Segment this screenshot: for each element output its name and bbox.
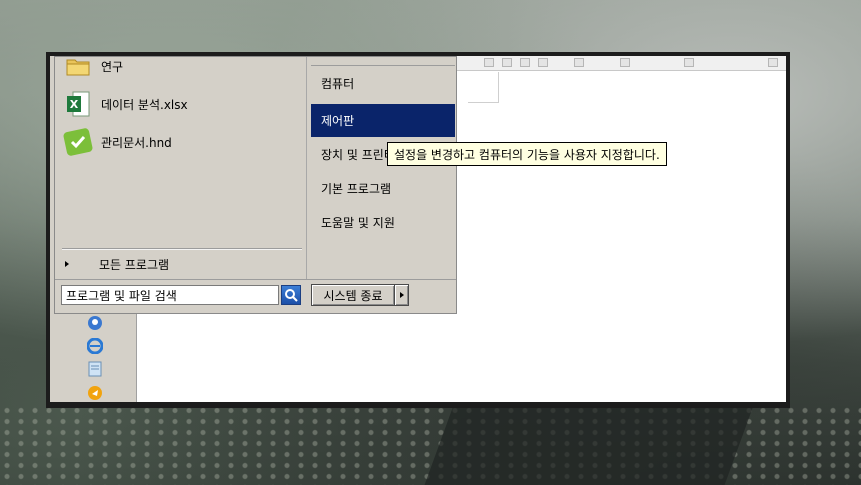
program-item-data-analysis[interactable]: X 데이터 분석.xlsx bbox=[63, 89, 188, 119]
chevron-right-icon bbox=[65, 261, 69, 267]
program-item-research[interactable]: 연구 bbox=[63, 51, 123, 81]
toolbar-button[interactable] bbox=[684, 58, 694, 67]
search-input[interactable] bbox=[61, 285, 279, 305]
toolbar-button[interactable] bbox=[502, 58, 512, 67]
messenger-icon[interactable] bbox=[86, 314, 104, 332]
shutdown-options-button[interactable] bbox=[395, 284, 409, 306]
toolbar-button[interactable] bbox=[768, 58, 778, 67]
toolbar-button[interactable] bbox=[538, 58, 548, 67]
menu-item-default-programs[interactable]: 기본 프로그램 bbox=[311, 172, 455, 205]
menu-item-label: 컴퓨터 bbox=[321, 77, 355, 91]
toolbar-button[interactable] bbox=[484, 58, 494, 67]
shutdown-button[interactable]: 시스템 종료 bbox=[311, 284, 395, 306]
divider bbox=[62, 248, 302, 250]
start-menu: 연구 X 데이터 분석.xlsx 관리문서.hnd 모든 프로그램 컴퓨터 제어… bbox=[54, 56, 457, 314]
menu-item-help-support[interactable]: 도움말 및 지원 bbox=[311, 206, 455, 239]
tooltip-text: 설정을 변경하고 컴퓨터의 기능을 사용자 지정합니다. bbox=[394, 147, 660, 162]
start-menu-programs-pane: 연구 X 데이터 분석.xlsx 관리문서.hnd 모든 프로그램 bbox=[55, 57, 306, 279]
svg-text:X: X bbox=[70, 98, 79, 111]
menu-item-label: 제어판 bbox=[321, 114, 355, 128]
search-icon bbox=[285, 289, 298, 302]
notepad-icon[interactable] bbox=[86, 360, 104, 378]
start-menu-places-pane: 컴퓨터 제어판 장치 및 프린터 기본 프로그램 도움말 및 지원 bbox=[306, 57, 456, 279]
menu-item-control-panel[interactable]: 제어판 bbox=[311, 104, 455, 137]
program-label: 데이터 분석.xlsx bbox=[101, 97, 188, 112]
menu-item-computer[interactable]: 컴퓨터 bbox=[311, 67, 455, 100]
toolbar-button[interactable] bbox=[574, 58, 584, 67]
background-chip bbox=[424, 400, 756, 485]
internet-explorer-icon[interactable] bbox=[86, 337, 104, 355]
toolbar-button[interactable] bbox=[620, 58, 630, 67]
control-panel-tooltip: 설정을 변경하고 컴퓨터의 기능을 사용자 지정합니다. bbox=[387, 142, 667, 166]
media-player-icon[interactable] bbox=[86, 384, 104, 402]
menu-item-label: 장치 및 프린터 bbox=[321, 148, 395, 162]
all-programs-button[interactable]: 모든 프로그램 bbox=[63, 254, 169, 274]
menu-item-label: 기본 프로그램 bbox=[321, 182, 392, 196]
chevron-right-icon bbox=[399, 292, 404, 298]
program-label: 관리문서.hnd bbox=[101, 135, 172, 150]
program-item-management-doc[interactable]: 관리문서.hnd bbox=[63, 127, 172, 157]
divider bbox=[311, 65, 455, 66]
program-label: 연구 bbox=[101, 59, 124, 74]
folder-icon bbox=[63, 51, 93, 81]
hangul-document-icon bbox=[63, 127, 93, 157]
menu-item-label: 도움말 및 지원 bbox=[321, 216, 395, 230]
search-button[interactable] bbox=[281, 285, 301, 305]
start-menu-bottom-bar: 시스템 종료 bbox=[55, 279, 456, 313]
document-cell bbox=[468, 72, 499, 103]
shutdown-label: 시스템 종료 bbox=[323, 288, 383, 303]
toolbar-button[interactable] bbox=[520, 58, 530, 67]
excel-file-icon: X bbox=[63, 89, 93, 119]
all-programs-label: 모든 프로그램 bbox=[99, 257, 170, 272]
background-app-toolbar bbox=[456, 56, 786, 71]
